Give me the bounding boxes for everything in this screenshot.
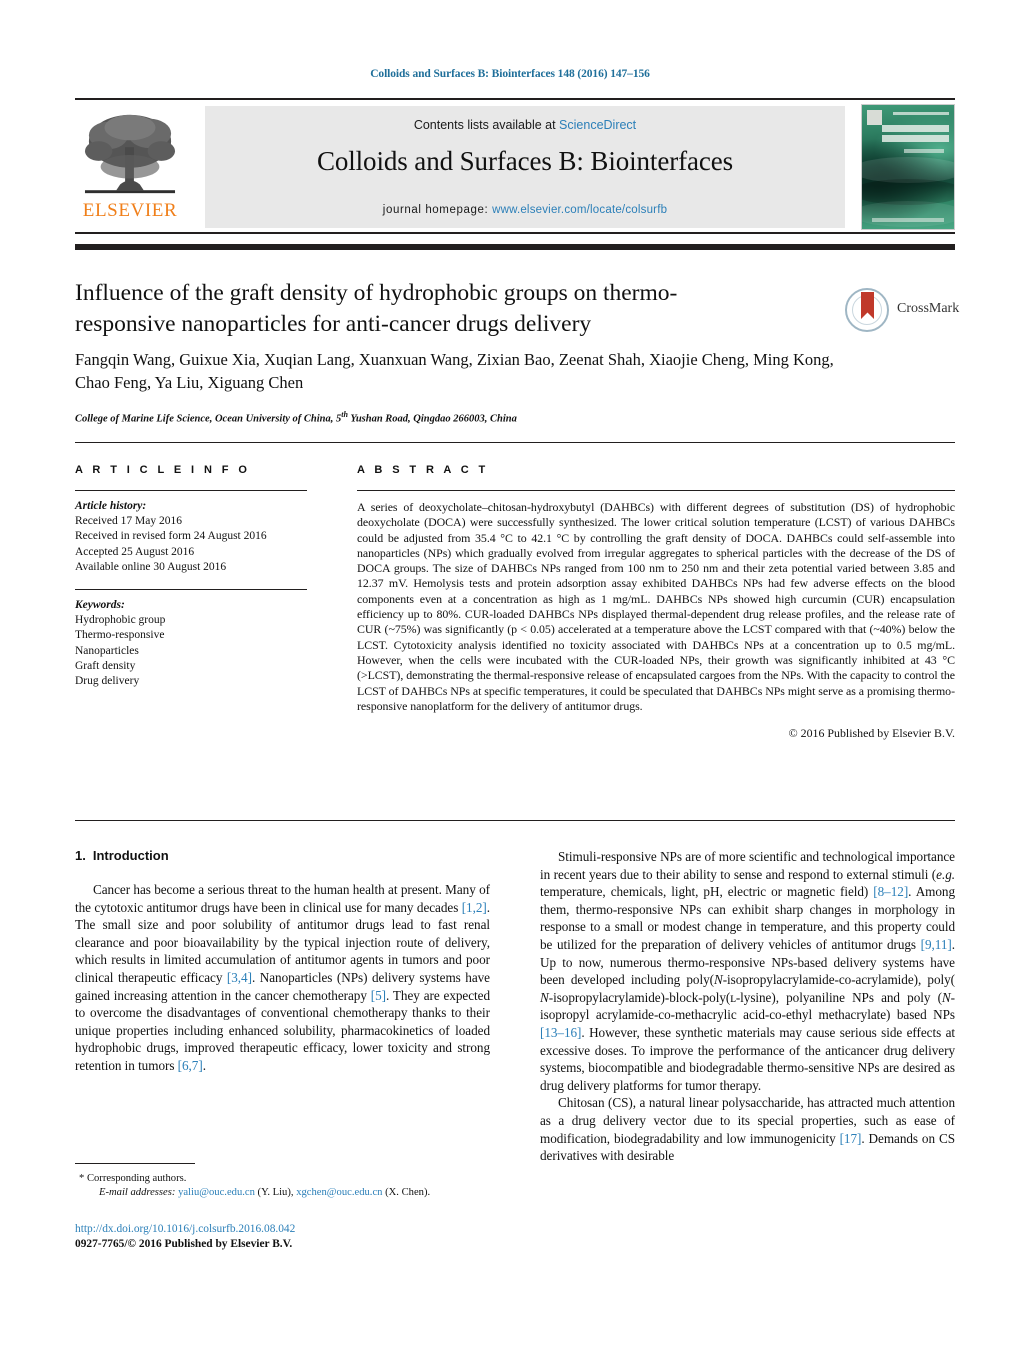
crossmark-label: CrossMark: [897, 301, 960, 316]
abstract-section-bottom-rule: [75, 820, 955, 821]
keyword-item: Thermo-responsive: [75, 629, 165, 642]
corresponding-author-note: * Corresponding authors. E-mail addresse…: [75, 1172, 495, 1200]
paper-page: Colloids and Surfaces B: Biointerfaces 1…: [0, 0, 1020, 1351]
journal-masthead: ELSEVIER Contents lists available at Sci…: [75, 98, 955, 234]
abstract-heading: A B S T R A C T: [357, 464, 489, 476]
author-list: Fangqin Wang, Guixue Xia, Xuqian Lang, X…: [75, 348, 845, 394]
section-number: 1.: [75, 848, 86, 863]
affiliation-sup: th: [341, 410, 348, 419]
intro-paragraph-1: Cancer has become a serious threat to th…: [75, 882, 490, 1073]
article-history-block: Article history: Received 17 May 2016 Re…: [75, 499, 315, 575]
affiliation-post: Yushan Road, Qingdao 266003, China: [347, 413, 517, 425]
email-label: E-mail addresses:: [99, 1187, 176, 1198]
corresponding-line: * Corresponding authors.: [79, 1173, 187, 1184]
cover-elsevier-icon: [867, 110, 882, 125]
homepage-line: journal homepage: www.elsevier.com/locat…: [205, 204, 845, 216]
abstract-column: A B S T R A C T A series of deoxycholate…: [357, 464, 955, 741]
elsevier-tree-icon: [84, 114, 176, 194]
keywords-rule: [75, 589, 307, 591]
issn-copyright-line: 0927-7765/© 2016 Published by Elsevier B…: [75, 1238, 293, 1250]
contents-line: Contents lists available at ScienceDirec…: [205, 118, 845, 132]
affiliation: College of Marine Life Science, Ocean Un…: [75, 410, 845, 425]
footnote-divider: [75, 1163, 195, 1164]
cover-title-line-2: [882, 135, 949, 142]
article-info-column: A R T I C L E I N F O Article history: R…: [75, 464, 315, 689]
email-link-liu[interactable]: yaliu@ouc.edu.cn: [178, 1187, 255, 1198]
abstract-section-top-rule: [75, 442, 955, 443]
cover-wave-3: [862, 201, 954, 227]
cover-subtitle: [904, 149, 944, 153]
intro-paragraph-3: Chitosan (CS), a natural linear polysacc…: [540, 1095, 955, 1164]
abstract-copyright: © 2016 Published by Elsevier B.V.: [788, 726, 955, 741]
doi-link[interactable]: http://dx.doi.org/10.1016/j.colsurfb.201…: [75, 1222, 505, 1237]
affiliation-pre: College of Marine Life Science, Ocean Un…: [75, 413, 342, 425]
elsevier-logo: ELSEVIER: [75, 106, 185, 228]
contents-prefix: Contents lists available at: [413, 118, 560, 132]
abstract-rule: [357, 490, 955, 491]
page-title: Influence of the graft density of hydrop…: [75, 280, 678, 337]
article-history-label: Article history:: [75, 500, 147, 512]
body-column-left: 1. Introduction Cancer has become a serio…: [75, 848, 490, 1075]
abstract-text: A series of deoxycholate–chitosan-hydrox…: [357, 500, 955, 713]
email-owner-liu: (Y. Liu),: [254, 1187, 294, 1198]
keyword-item: Graft density: [75, 659, 136, 672]
footer-doi-block: http://dx.doi.org/10.1016/j.colsurfb.201…: [75, 1222, 505, 1252]
journal-title: Colloids and Surfaces B: Biointerfaces: [316, 146, 734, 176]
history-item: Received in revised form 24 August 2016: [75, 530, 267, 543]
section-title-introduction: 1. Introduction: [75, 848, 490, 863]
sciencedirect-link[interactable]: ScienceDirect: [559, 118, 636, 132]
homepage-label: journal homepage:: [382, 204, 489, 216]
intro-paragraph-2: Stimuli-responsive NPs are of more scien…: [540, 849, 956, 1093]
journal-cover-thumbnail: [861, 104, 955, 230]
keywords-label: Keywords:: [75, 599, 125, 612]
elsevier-wordmark: ELSEVIER: [82, 200, 178, 221]
article-info-rule: [75, 490, 307, 491]
email-owner-chen: (X. Chen).: [382, 1187, 431, 1198]
history-item: Accepted 25 August 2016: [75, 545, 195, 558]
running-head: Colloids and Surfaces B: Biointerfaces 1…: [370, 68, 650, 80]
cover-title-line-1: [882, 125, 949, 132]
email-line: E-mail addresses: yaliu@ouc.edu.cn (Y. L…: [75, 1186, 495, 1200]
journal-band: Contents lists available at ScienceDirec…: [205, 106, 845, 228]
history-item: Received 17 May 2016: [75, 515, 182, 528]
cover-top-text: [893, 112, 949, 115]
author-names: Fangqin Wang, Guixue Xia, Xuqian Lang, X…: [75, 350, 834, 392]
title-divider: [75, 244, 955, 250]
crossmark-icon: [845, 288, 889, 332]
keyword-item: Hydrophobic group: [75, 614, 166, 627]
body-column-right: Stimuli-responsive NPs are of more scien…: [540, 848, 955, 1165]
article-info-heading: A R T I C L E I N F O: [75, 464, 251, 476]
keyword-item: Drug delivery: [75, 675, 140, 688]
crossmark-badge[interactable]: CrossMark: [845, 288, 960, 334]
keywords-block: Keywords: Hydrophobic group Thermo-respo…: [75, 598, 315, 689]
homepage-url-link[interactable]: www.elsevier.com/locate/colsurfb: [492, 204, 667, 216]
keyword-item: Nanoparticles: [75, 644, 139, 657]
history-item: Available online 30 August 2016: [75, 560, 227, 573]
section-name: Introduction: [92, 848, 169, 863]
cover-bottom-text: [872, 218, 944, 222]
email-link-chen[interactable]: xgchen@ouc.edu.cn: [296, 1187, 382, 1198]
